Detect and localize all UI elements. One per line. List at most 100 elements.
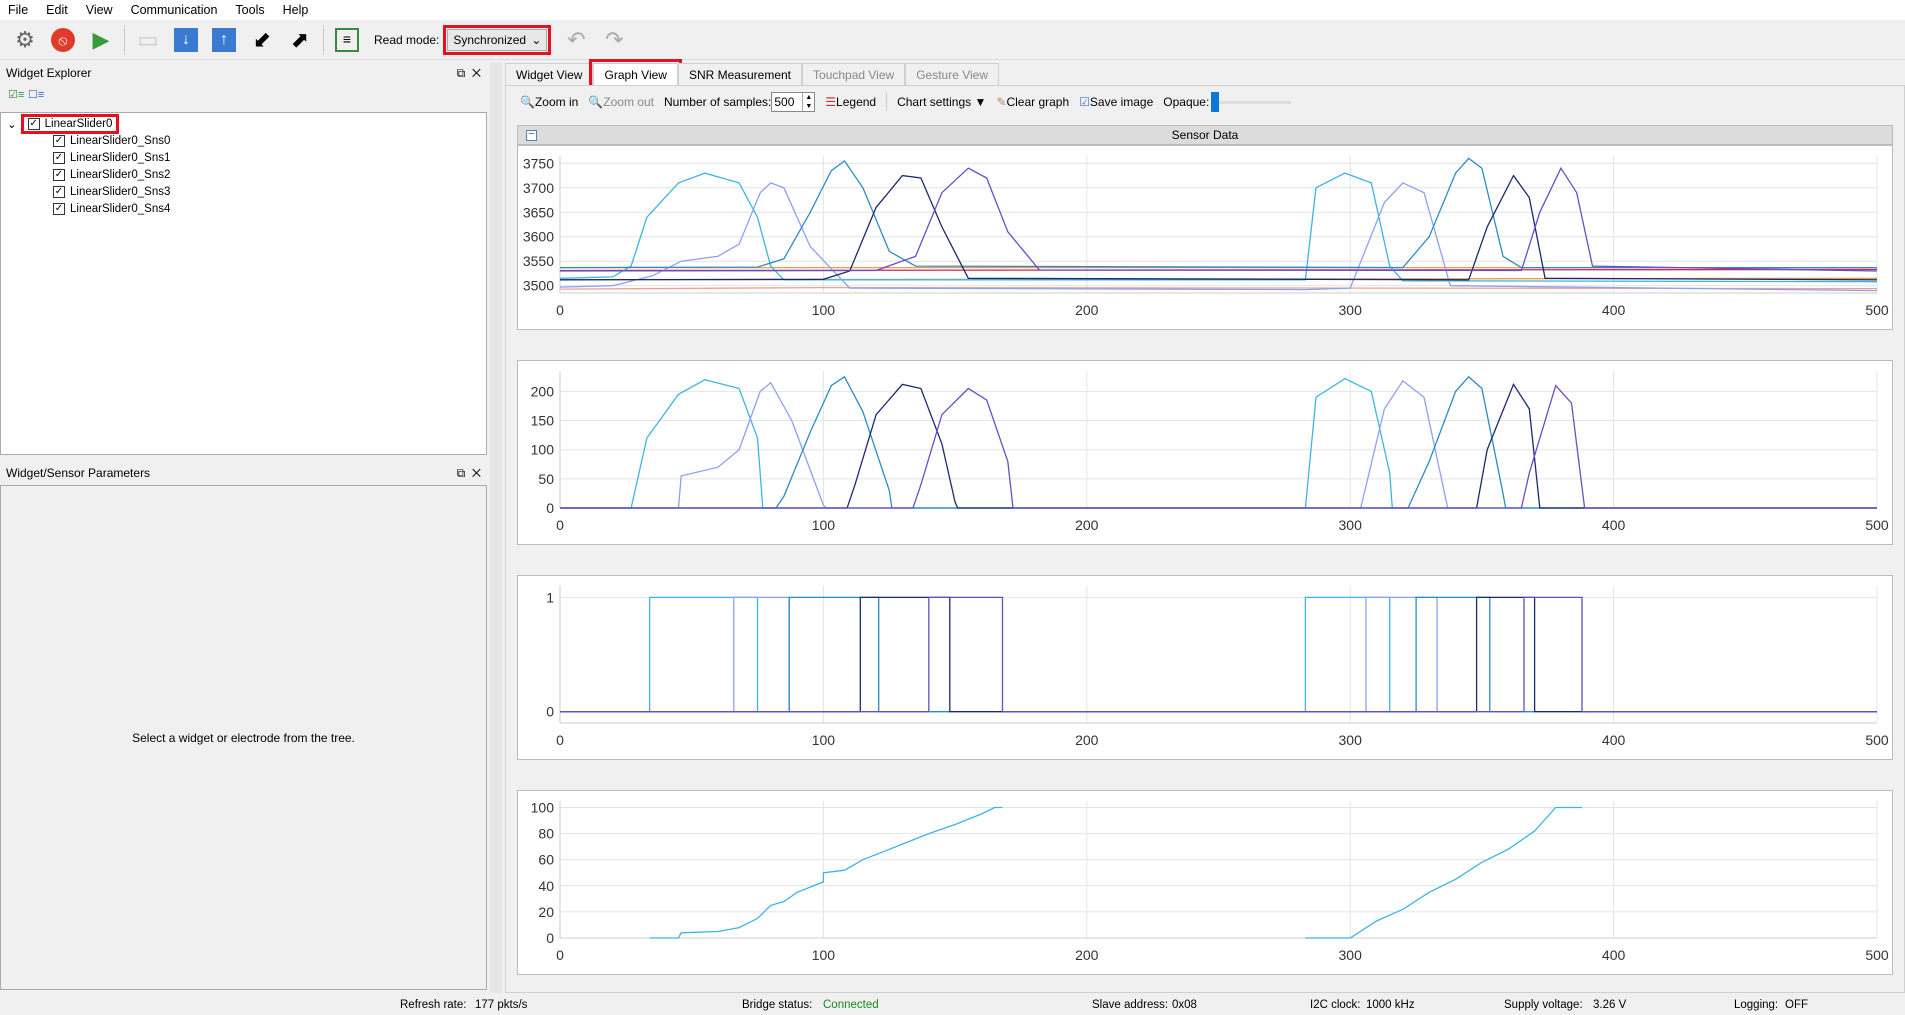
i2c-clock-value: 1000 kHz bbox=[1366, 999, 1415, 1011]
tree-item-sensor[interactable]: ✓ LinearSlider0_Sns4 bbox=[1, 200, 486, 217]
read-mode-select[interactable]: Synchronized ⌄ bbox=[443, 24, 552, 55]
y-tick-label: 50 bbox=[538, 471, 554, 487]
x-tick-label: 200 bbox=[1075, 302, 1099, 318]
undo-icon[interactable]: ↶ bbox=[561, 25, 591, 55]
chevron-down-icon: ⌄ bbox=[531, 32, 542, 47]
sensor-data-chart-header: − Sensor Data bbox=[517, 125, 1893, 145]
gear-icon[interactable]: ⚙ bbox=[10, 25, 40, 55]
tab-touchpad-view[interactable]: Touchpad View bbox=[802, 63, 906, 85]
tab-graph-view[interactable]: Graph View bbox=[589, 59, 682, 89]
x-tick-label: 300 bbox=[1339, 302, 1363, 318]
menu-view[interactable]: View bbox=[86, 3, 113, 17]
tree-label: LinearSlider0_Sns1 bbox=[70, 151, 171, 164]
y-tick-label: 100 bbox=[531, 442, 555, 458]
y-tick-label: 150 bbox=[531, 413, 555, 429]
tree-label: LinearSlider0_Sns3 bbox=[70, 185, 171, 198]
open-folder-icon[interactable]: ▭ bbox=[133, 25, 163, 55]
collapse-icon[interactable]: − bbox=[526, 129, 537, 141]
x-tick-label: 400 bbox=[1602, 517, 1626, 533]
checkbox[interactable]: ✓ bbox=[53, 151, 65, 164]
series-line-1 bbox=[1305, 806, 1582, 939]
save-image-label: Save image bbox=[1089, 95, 1154, 109]
series-line-7 bbox=[559, 174, 1878, 281]
float-icon[interactable]: ⧉ bbox=[457, 466, 466, 480]
close-icon[interactable]: ✕ bbox=[472, 66, 481, 80]
clear-graph-button[interactable]: ✎Clear graph bbox=[996, 95, 1069, 109]
play-icon[interactable]: ▶ bbox=[86, 25, 116, 55]
parameters-panel: Select a widget or electrode from the tr… bbox=[0, 485, 487, 990]
sensor-signal-chart: 0 100 200 300 400 500 0 50 100 150 200 bbox=[517, 360, 1893, 545]
samples-spinbox[interactable]: 500 ▲ ▼ bbox=[771, 92, 816, 112]
zoom-in-icon: 🔍 bbox=[520, 95, 535, 109]
refresh-rate-label: Refresh rate: bbox=[400, 999, 467, 1011]
tree-item-sensor[interactable]: ✓ LinearSlider0_Sns3 bbox=[1, 183, 486, 200]
splitter[interactable] bbox=[490, 63, 502, 993]
import-icon[interactable]: ⬋ bbox=[247, 25, 277, 55]
y-tick-label: 80 bbox=[538, 826, 554, 842]
x-tick-label: 300 bbox=[1339, 517, 1363, 533]
opaque-label: Opaque: bbox=[1163, 95, 1210, 109]
samples-label: Number of samples: bbox=[663, 95, 772, 109]
spin-arrows-icon[interactable]: ▲ ▼ bbox=[802, 93, 814, 111]
status-chart: 0 100 200 300 400 500 0 1 bbox=[517, 575, 1893, 760]
tree-label: LinearSlider0_Sns2 bbox=[70, 168, 171, 181]
tab-gesture-view[interactable]: Gesture View bbox=[905, 63, 999, 85]
close-icon[interactable]: ✕ bbox=[472, 466, 481, 480]
opaque-slider[interactable] bbox=[1211, 92, 1292, 112]
x-tick-label: 500 bbox=[1865, 947, 1889, 963]
read-from-device-icon[interactable]: ↓ bbox=[171, 25, 201, 55]
redo-icon[interactable]: ↷ bbox=[599, 25, 629, 55]
checkbox[interactable]: ✓ bbox=[53, 134, 65, 147]
export-icon[interactable]: ⬈ bbox=[285, 25, 315, 55]
tree-label: LinearSlider0 bbox=[44, 117, 113, 130]
write-to-device-icon[interactable]: ↑ bbox=[209, 25, 239, 55]
menu-communication[interactable]: Communication bbox=[131, 3, 218, 17]
log-icon[interactable]: ≡ bbox=[332, 25, 362, 55]
float-icon[interactable]: ⧉ bbox=[457, 66, 466, 80]
chart-settings-button[interactable]: Chart settings ▼ bbox=[897, 95, 986, 109]
zoom-out-button[interactable]: 🔍Zoom out bbox=[588, 95, 654, 109]
zoom-in-button[interactable]: 🔍Zoom in bbox=[520, 95, 578, 109]
samples-value: 500 bbox=[774, 95, 795, 109]
parameters-title: Widget/Sensor Parameters bbox=[6, 466, 151, 480]
slider-handle[interactable] bbox=[1211, 92, 1220, 112]
menu-help[interactable]: Help bbox=[283, 3, 309, 17]
tree-item-sensor[interactable]: ✓ LinearSlider0_Sns0 bbox=[1, 132, 486, 149]
menu-edit[interactable]: Edit bbox=[46, 3, 68, 17]
read-mode-value: Synchronized bbox=[453, 32, 527, 47]
uncheck-all-icon[interactable]: ☐≡ bbox=[28, 88, 44, 101]
menu-tools[interactable]: Tools bbox=[235, 3, 264, 17]
x-tick-label: 200 bbox=[1075, 517, 1099, 533]
caret-down-icon: ▼ bbox=[974, 95, 987, 109]
menu-file[interactable]: File bbox=[8, 3, 28, 17]
y-tick-label: 3600 bbox=[523, 229, 554, 245]
checkbox[interactable]: ✓ bbox=[53, 185, 65, 198]
x-tick-label: 0 bbox=[556, 517, 564, 533]
supply-voltage-value: 3.26 V bbox=[1593, 999, 1627, 1011]
series-line-6 bbox=[559, 157, 1877, 269]
tab-snr-measurement[interactable]: SNR Measurement bbox=[677, 63, 803, 85]
status-bar: Refresh rate: 177 pkts/s Bridge status: … bbox=[0, 995, 1905, 1015]
tree-item-root[interactable]: ⌄ ✓ LinearSlider0 bbox=[1, 113, 486, 134]
y-tick-label: 20 bbox=[538, 904, 554, 920]
tree-item-sensor[interactable]: ✓ LinearSlider0_Sns1 bbox=[1, 149, 486, 166]
parameters-header: Widget/Sensor Parameters ⧉ ✕ bbox=[0, 463, 487, 483]
tab-widget-view[interactable]: Widget View bbox=[505, 63, 594, 85]
checkbox[interactable]: ✓ bbox=[53, 168, 65, 181]
tree-item-sensor[interactable]: ✓ LinearSlider0_Sns2 bbox=[1, 166, 486, 183]
y-tick-label: 3500 bbox=[523, 278, 554, 294]
legend-label: Legend bbox=[836, 95, 877, 109]
legend-button[interactable]: ☰Legend bbox=[825, 95, 876, 109]
checkbox[interactable]: ✓ bbox=[27, 117, 40, 130]
expand-chevron-icon[interactable]: ⌄ bbox=[7, 117, 17, 131]
bridge-status-value: Connected bbox=[823, 999, 879, 1011]
disconnect-icon[interactable]: ⦸ bbox=[48, 25, 78, 55]
read-mode-label: Read mode: bbox=[374, 32, 440, 47]
checkbox[interactable]: ✓ bbox=[53, 202, 65, 215]
bridge-status-label: Bridge status: bbox=[742, 999, 813, 1011]
check-all-icon[interactable]: ☑≡ bbox=[8, 88, 24, 101]
save-image-button[interactable]: ☑Save image bbox=[1079, 95, 1153, 109]
position-plot: 0 100 200 300 400 500 0 20 40 60 80 100 bbox=[531, 800, 1889, 963]
y-tick-label: 0 bbox=[546, 930, 554, 946]
y-tick-label: 100 bbox=[531, 800, 555, 816]
